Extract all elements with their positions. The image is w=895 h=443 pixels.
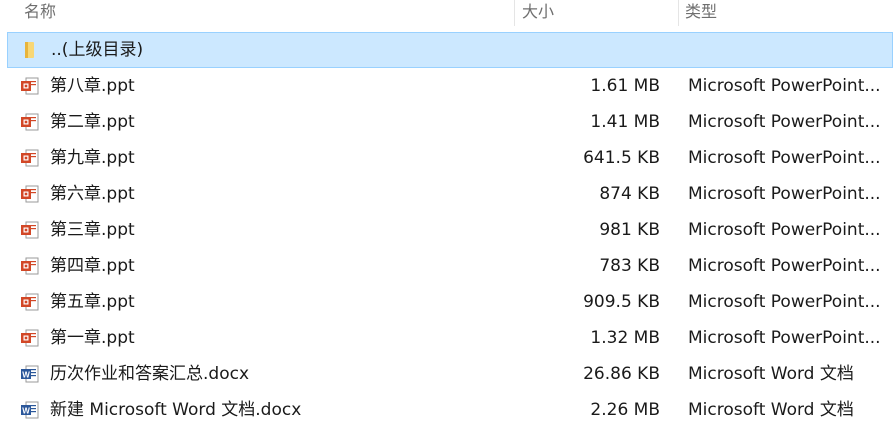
file-row[interactable]: 第四章.ppt 783 KB Microsoft PowerPoint...	[0, 248, 895, 284]
file-type: Microsoft PowerPoint...	[688, 220, 881, 240]
file-name: 第八章.ppt	[50, 76, 135, 96]
file-row[interactable]: 第九章.ppt 641.5 KB Microsoft PowerPoint...	[0, 140, 895, 176]
file-size: 641.5 KB	[583, 148, 660, 168]
ppt-file-icon	[21, 257, 39, 275]
file-size: 2.26 MB	[590, 400, 660, 420]
ppt-file-icon	[21, 77, 39, 95]
column-header: 名称 大小 类型	[0, 0, 895, 26]
file-type: Microsoft PowerPoint...	[688, 328, 881, 348]
file-type: Microsoft PowerPoint...	[688, 184, 881, 204]
svg-text:W: W	[22, 370, 30, 379]
file-type: Microsoft PowerPoint...	[688, 256, 881, 276]
file-row[interactable]: 第六章.ppt 874 KB Microsoft PowerPoint...	[0, 176, 895, 212]
file-size: 783 KB	[599, 256, 660, 276]
svg-text:W: W	[22, 406, 30, 415]
file-type: Microsoft Word 文档	[688, 400, 854, 420]
file-row[interactable]: W 历次作业和答案汇总.docx 26.86 KB Microsoft Word 文档	[0, 356, 895, 392]
file-row[interactable]: 第二章.ppt 1.41 MB Microsoft PowerPoint...	[0, 104, 895, 140]
ppt-file-icon	[21, 149, 39, 167]
file-name: 历次作业和答案汇总.docx	[50, 364, 250, 384]
folder-icon	[25, 42, 34, 58]
parent-directory-row[interactable]: ..(上级目录)	[7, 32, 893, 68]
file-row[interactable]: W 新建 Microsoft Word 文档.docx 2.26 MB Microso…	[0, 392, 895, 428]
column-header-size[interactable]: 大小	[514, 0, 678, 26]
ppt-file-icon	[21, 185, 39, 203]
word-file-icon: W	[21, 365, 39, 383]
file-size: 981 KB	[599, 220, 660, 240]
file-name: 第九章.ppt	[50, 148, 135, 168]
file-name: 第四章.ppt	[50, 256, 135, 276]
file-size: 909.5 KB	[583, 292, 660, 312]
parent-directory-label: ..(上级目录)	[51, 40, 144, 60]
file-type: Microsoft Word 文档	[688, 364, 854, 384]
file-size: 1.61 MB	[590, 76, 660, 96]
file-row[interactable]: 第八章.ppt 1.61 MB Microsoft PowerPoint...	[0, 68, 895, 104]
file-name: 第三章.ppt	[50, 220, 135, 240]
file-name: 第六章.ppt	[50, 184, 135, 204]
ppt-file-icon	[21, 113, 39, 131]
file-name: 第二章.ppt	[50, 112, 135, 132]
file-size: 874 KB	[599, 184, 660, 204]
file-type: Microsoft PowerPoint...	[688, 112, 881, 132]
file-type: Microsoft PowerPoint...	[688, 148, 881, 168]
file-size: 26.86 KB	[583, 364, 660, 384]
word-file-icon: W	[21, 401, 39, 419]
column-header-name[interactable]: 名称	[24, 0, 514, 26]
column-header-type[interactable]: 类型	[678, 0, 895, 26]
file-size: 1.32 MB	[590, 328, 660, 348]
file-row[interactable]: 第一章.ppt 1.32 MB Microsoft PowerPoint...	[0, 320, 895, 356]
ppt-file-icon	[21, 293, 39, 311]
file-row[interactable]: 第五章.ppt 909.5 KB Microsoft PowerPoint...	[0, 284, 895, 320]
file-type: Microsoft PowerPoint...	[688, 292, 881, 312]
file-name: 第一章.ppt	[50, 328, 135, 348]
file-name: 新建 Microsoft Word 文档.docx	[50, 400, 302, 420]
ppt-file-icon	[21, 329, 39, 347]
file-name: 第五章.ppt	[50, 292, 135, 312]
ppt-file-icon	[21, 221, 39, 239]
file-size: 1.41 MB	[590, 112, 660, 132]
file-list: ..(上级目录) 第八章.ppt 1.61 MB Microsoft PowerPo…	[0, 32, 895, 428]
file-type: Microsoft PowerPoint...	[688, 76, 881, 96]
file-row[interactable]: 第三章.ppt 981 KB Microsoft PowerPoint...	[0, 212, 895, 248]
